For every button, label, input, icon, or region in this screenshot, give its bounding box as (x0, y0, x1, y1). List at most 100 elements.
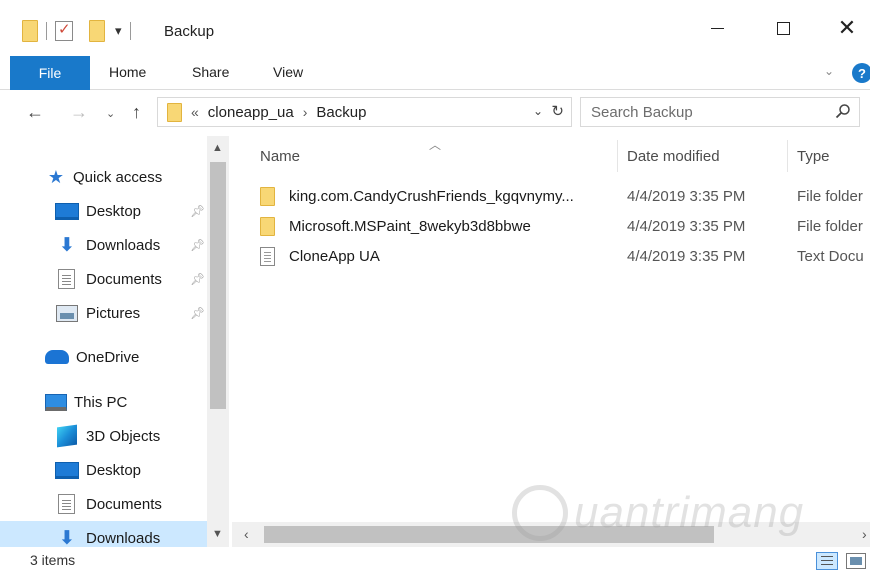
navpane-item-3d-objects[interactable]: 3D Objects (55, 421, 160, 451)
tab-share[interactable]: Share (192, 64, 229, 80)
scroll-left-icon[interactable]: ‹ (244, 526, 249, 542)
table-row[interactable]: king.com.CandyCrushFriends_kgqvnymy... 4… (260, 182, 870, 210)
up-button[interactable]: ↑ (132, 102, 141, 123)
ribbon: File Home Share View ⌄ ? (0, 54, 870, 90)
search-box[interactable] (580, 97, 860, 127)
navpane-item-label: Downloads (86, 529, 161, 547)
table-row[interactable]: Microsoft.MSPaint_8wekyb3d8bbwe 4/4/2019… (260, 212, 870, 240)
navpane-vertical-scrollbar[interactable]: ▲ ▼ (207, 136, 229, 547)
navpane-item-label: Documents (86, 270, 162, 288)
file-type: Text Docu (797, 247, 864, 265)
folder-icon (260, 216, 275, 236)
navpane-item-label: 3D Objects (86, 427, 161, 445)
scroll-up-icon[interactable]: ▲ (212, 142, 223, 154)
column-divider[interactable] (617, 140, 618, 172)
close-icon: ✕ (837, 15, 857, 40)
navpane-item-pc-documents[interactable]: Documents (55, 489, 162, 519)
breadcrumb-overflow[interactable]: « (191, 104, 199, 120)
navpane-item-quick-access[interactable]: ★ Quick access (46, 162, 162, 192)
file-name: CloneApp UA (289, 247, 380, 265)
file-type: File folder (797, 217, 863, 235)
help-icon[interactable]: ? (852, 63, 870, 83)
back-button[interactable]: ← (26, 102, 44, 123)
navpane-item-label: OneDrive (76, 348, 140, 366)
file-date: 4/4/2019 3:35 PM (627, 247, 746, 265)
search-icon[interactable] (835, 103, 851, 119)
navpane-item-pc-downloads[interactable]: ⬇ Downloads (55, 523, 161, 548)
sort-ascending-icon: ︿ (429, 138, 442, 152)
search-input[interactable] (581, 98, 811, 126)
scroll-down-icon[interactable]: ▼ (212, 528, 223, 540)
qat-dropdown-icon[interactable]: ▾ (115, 23, 122, 39)
maximize-button[interactable] (760, 10, 806, 46)
column-divider[interactable] (787, 140, 788, 172)
navpane-item-label: Pictures (86, 304, 141, 322)
scrollbar-thumb[interactable] (264, 526, 714, 543)
navpane-item-pictures[interactable]: Pictures (55, 298, 140, 328)
document-icon (58, 269, 75, 289)
folder-icon[interactable] (22, 20, 38, 42)
navpane-item-pc-desktop[interactable]: Desktop (55, 455, 141, 485)
navigation-row: ← → ⌄ ↑ « cloneapp_ua › Backup ⌄ ↻ (0, 90, 870, 136)
status-bar: 3 items (0, 547, 870, 573)
download-arrow-icon: ⬇ (59, 234, 75, 256)
scrollbar-thumb[interactable] (210, 162, 226, 409)
file-name: Microsoft.MSPaint_8wekyb3d8bbwe (289, 217, 531, 235)
star-icon: ★ (47, 166, 65, 187)
large-icons-view-icon[interactable] (846, 553, 866, 569)
navpane-item-this-pc[interactable]: This PC (45, 387, 127, 417)
refresh-icon[interactable]: ↻ (551, 102, 564, 120)
navpane-item-onedrive[interactable]: OneDrive (45, 342, 139, 372)
breadcrumb-separator[interactable]: › (303, 104, 308, 120)
tab-home[interactable]: Home (109, 64, 146, 80)
column-header-name[interactable]: Name (260, 136, 300, 176)
document-icon (58, 494, 75, 514)
navpane-item-label: Desktop (86, 202, 142, 220)
navpane-item-label: Quick access (73, 168, 163, 186)
maximize-icon (776, 21, 790, 35)
minimize-button[interactable] (694, 10, 740, 46)
tab-file[interactable]: File (10, 56, 90, 90)
pin-icon[interactable]: 📌︎ (190, 272, 205, 286)
address-bar[interactable]: « cloneapp_ua › Backup ⌄ ↻ (157, 97, 572, 127)
title-bar: ▾ Backup ✕ (0, 0, 870, 54)
navpane-item-downloads[interactable]: ⬇ Downloads (55, 230, 160, 260)
column-header-type[interactable]: Type (797, 136, 830, 176)
breadcrumb-cloneapp-ua[interactable]: cloneapp_ua (208, 104, 294, 121)
column-header-date-modified[interactable]: Date modified (627, 136, 720, 176)
close-button[interactable]: ✕ (824, 10, 870, 46)
pictures-icon (56, 304, 78, 322)
properties-icon[interactable] (55, 20, 73, 41)
details-view-icon[interactable] (816, 552, 838, 570)
cube-icon (57, 424, 77, 448)
breadcrumb-backup[interactable]: Backup (316, 104, 366, 121)
minimize-icon (710, 27, 724, 29)
qat-separator (46, 22, 47, 40)
address-dropdown-icon[interactable]: ⌄ (533, 104, 543, 118)
file-date: 4/4/2019 3:35 PM (627, 217, 746, 235)
quick-access-toolbar: ▾ (22, 18, 139, 44)
tab-view[interactable]: View (273, 64, 303, 80)
folder-icon (260, 186, 275, 206)
recent-locations-icon[interactable]: ⌄ (106, 107, 115, 120)
scroll-right-icon[interactable]: › (862, 526, 867, 542)
qat-separator (129, 22, 131, 40)
pin-icon[interactable]: 📌︎ (190, 238, 205, 252)
cloud-icon (45, 350, 69, 364)
expand-ribbon-icon[interactable]: ⌄ (824, 64, 834, 78)
navpane-item-desktop[interactable]: Desktop (55, 196, 141, 226)
folder-icon (167, 102, 182, 122)
pin-icon[interactable]: 📌︎ (190, 306, 205, 320)
navigation-pane: ★ Quick access Desktop 📌︎ ⬇ Downloads 📌︎… (0, 136, 232, 547)
file-list-horizontal-scrollbar[interactable]: ‹ › (232, 522, 870, 547)
navpane-item-documents[interactable]: Documents (55, 264, 162, 294)
navpane-item-label: Documents (86, 495, 162, 513)
new-folder-icon[interactable] (89, 20, 105, 42)
desktop-icon (55, 202, 79, 220)
file-name: king.com.CandyCrushFriends_kgqvnymy... (289, 187, 574, 205)
pin-icon[interactable]: 📌︎ (190, 204, 205, 218)
forward-button[interactable]: → (70, 102, 88, 123)
navpane-item-label: Desktop (86, 461, 142, 479)
text-file-icon (260, 246, 275, 266)
table-row[interactable]: CloneApp UA 4/4/2019 3:35 PM Text Docu (260, 242, 870, 270)
